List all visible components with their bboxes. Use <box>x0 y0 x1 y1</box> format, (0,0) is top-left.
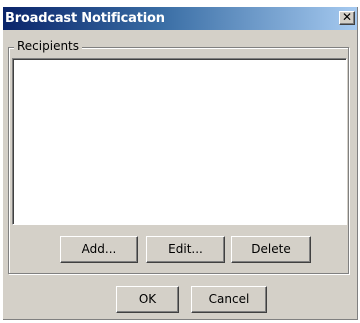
close-icon: ✕ <box>341 10 353 24</box>
add-button[interactable]: Add... <box>60 236 138 263</box>
title-bar[interactable]: Broadcast Notification ✕ <box>3 7 357 30</box>
recipients-group-label: Recipients <box>14 39 83 53</box>
window-title: Broadcast Notification <box>5 11 165 26</box>
recipients-list[interactable] <box>12 58 347 225</box>
broadcast-notification-dialog: Broadcast Notification ✕ Recipients Add.… <box>3 7 358 320</box>
cancel-button[interactable]: Cancel <box>191 286 267 313</box>
edit-button[interactable]: Edit... <box>146 236 225 263</box>
ok-button[interactable]: OK <box>116 286 179 313</box>
close-button[interactable]: ✕ <box>339 10 355 25</box>
delete-button[interactable]: Delete <box>231 236 311 263</box>
